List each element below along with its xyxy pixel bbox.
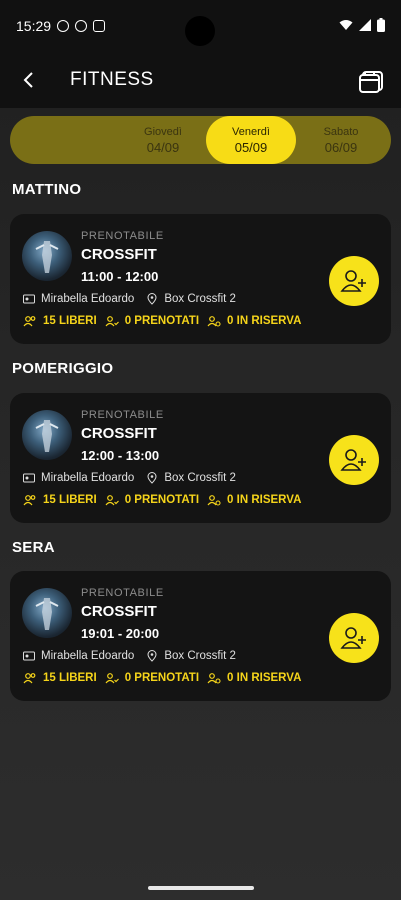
map-pin-icon (147, 472, 157, 484)
booked-count: 0 PRENOTATI (124, 315, 200, 327)
class-status: PRENOTABILE (81, 409, 164, 421)
book-button[interactable] (329, 613, 379, 663)
map-pin-icon (147, 650, 157, 662)
class-meta: Mirabella Edoardo Box Crossfit 2 (23, 472, 236, 484)
section-title-evening: SERA (12, 539, 55, 556)
booked-count: 0 PRENOTATI (124, 672, 200, 684)
day-date: 06/09 (324, 139, 358, 155)
class-stats: 15 LIBERI 0 PRENOTATI 0 IN RISERVA (23, 494, 301, 506)
people-icon (23, 495, 36, 506)
day-friday[interactable]: Venerdì 05/09 (206, 116, 296, 164)
instructor-name: Mirabella Edoardo (41, 650, 135, 662)
class-name: CROSSFIT (81, 603, 157, 620)
class-status: PRENOTABILE (81, 587, 164, 599)
reserve-count: 0 IN RISERVA (227, 672, 302, 684)
map-pin-icon (147, 293, 157, 305)
book-button[interactable] (329, 256, 379, 306)
free-spots: 15 LIBERI (43, 494, 97, 506)
day-selector: Giovedì 04/09 Venerdì 05/09 Sabato 06/09 (10, 116, 391, 164)
class-meta: Mirabella Edoardo Box Crossfit 2 (23, 293, 236, 305)
day-date: 05/09 (234, 139, 268, 155)
athlete-image (35, 420, 59, 452)
camera-cutout (185, 16, 215, 46)
class-stats: 15 LIBERI 0 PRENOTATI 0 IN RISERVA (23, 315, 301, 327)
person-check-icon (105, 316, 119, 327)
calendar-icon (359, 71, 383, 93)
class-card[interactable]: PRENOTABILE CROSSFIT 12:00 - 13:00 Mirab… (10, 393, 391, 523)
status-time: 15:29 (16, 18, 52, 34)
class-thumbnail (22, 231, 72, 281)
id-card-icon (23, 473, 35, 483)
people-icon (23, 316, 36, 327)
person-clock-icon (207, 673, 221, 684)
location-name: Box Crossfit 2 (164, 650, 236, 662)
class-status: PRENOTABILE (81, 230, 164, 242)
day-name: Giovedì (144, 125, 182, 138)
add-user-icon (340, 627, 366, 649)
home-indicator[interactable] (148, 886, 254, 890)
person-clock-icon (207, 316, 221, 327)
signal-icon (359, 19, 371, 31)
day-saturday[interactable]: Sabato 06/09 (296, 116, 386, 164)
instructor-name: Mirabella Edoardo (41, 472, 135, 484)
app-header: FITNESS (0, 52, 401, 108)
class-card[interactable]: PRENOTABILE CROSSFIT 19:01 - 20:00 Mirab… (10, 571, 391, 701)
class-card[interactable]: PRENOTABILE CROSSFIT 11:00 - 12:00 Mirab… (10, 214, 391, 344)
person-clock-icon (207, 495, 221, 506)
page-title: FITNESS (70, 69, 154, 90)
id-card-icon (23, 651, 35, 661)
people-icon (23, 673, 36, 684)
add-user-icon (340, 449, 366, 471)
class-time: 19:01 - 20:00 (81, 626, 160, 641)
class-name: CROSSFIT (81, 246, 157, 263)
status-indicators (339, 18, 385, 32)
shield-status-icon (93, 20, 106, 32)
location-name: Box Crossfit 2 (164, 293, 236, 305)
day-name: Sabato (323, 125, 359, 138)
free-spots: 15 LIBERI (43, 315, 97, 327)
wifi-icon (339, 20, 353, 30)
section-title-morning: MATTINO (12, 181, 82, 198)
settings-status-icon (57, 20, 70, 32)
day-name: Venerdì (232, 125, 270, 138)
class-thumbnail (22, 410, 72, 460)
day-thursday[interactable]: Giovedì 04/09 (118, 116, 208, 164)
athlete-image (35, 598, 59, 630)
class-time: 12:00 - 13:00 (81, 448, 160, 463)
athlete-image (35, 241, 59, 273)
reserve-count: 0 IN RISERVA (227, 494, 302, 506)
free-spots: 15 LIBERI (43, 672, 97, 684)
instructor-name: Mirabella Edoardo (41, 293, 135, 305)
battery-icon (377, 18, 385, 32)
class-time: 11:00 - 12:00 (81, 269, 159, 284)
class-meta: Mirabella Edoardo Box Crossfit 2 (23, 650, 236, 662)
add-user-icon (340, 270, 366, 292)
person-check-icon (105, 673, 119, 684)
section-title-afternoon: POMERIGGIO (12, 360, 114, 377)
class-name: CROSSFIT (81, 425, 157, 442)
info-status-icon (75, 20, 88, 32)
arrow-left-icon (23, 72, 33, 88)
class-thumbnail (22, 588, 72, 638)
location-name: Box Crossfit 2 (164, 472, 236, 484)
day-date: 04/09 (146, 139, 180, 155)
id-card-icon (23, 294, 35, 304)
book-button[interactable] (329, 435, 379, 485)
calendar-button[interactable] (357, 66, 385, 94)
reserve-count: 0 IN RISERVA (227, 315, 302, 327)
person-check-icon (105, 495, 119, 506)
back-button[interactable] (0, 52, 56, 108)
class-stats: 15 LIBERI 0 PRENOTATI 0 IN RISERVA (23, 672, 301, 684)
booked-count: 0 PRENOTATI (124, 494, 200, 506)
